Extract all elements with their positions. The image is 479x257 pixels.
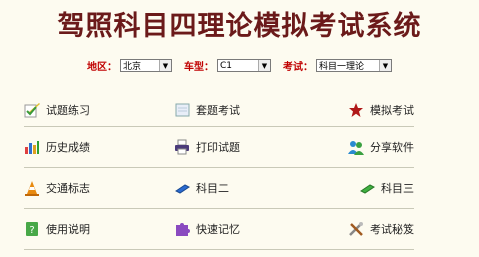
menu-item-subject-three[interactable]: 科目三 (324, 180, 414, 196)
vehicle-select[interactable]: C1 ▼ (217, 59, 271, 72)
chevron-down-icon: ▼ (258, 60, 270, 71)
menu-item-label: 套题考试 (196, 103, 240, 117)
chevron-down-icon: ▼ (159, 60, 171, 71)
exam-filter: 考试： 科目一理论 ▼ (283, 58, 392, 73)
menu-item-subject-two[interactable]: 科目二 (174, 180, 324, 196)
page-title: 驾照科目四理论模拟考试系统 (57, 11, 422, 42)
region-value: 北京 (123, 62, 142, 72)
printer-icon (174, 139, 190, 155)
filter-bar: 地区： 北京 ▼ 车型： C1 ▼ 考试： 科目一理论 ▼ (0, 58, 479, 73)
menu-grid: 试题练习 套题考试 模拟考试 历史成绩 打印试题 分享软件 交通标志 科目二 科… (24, 93, 414, 250)
blank-paper-icon (174, 102, 190, 118)
blue-eraser-icon (174, 180, 190, 196)
menu-item-label: 打印试题 (196, 141, 240, 154)
puzzle-icon (174, 221, 190, 237)
menu-item-label: 试题练习 (46, 103, 90, 117)
menu-item-set-exam[interactable]: 套题考试 (174, 102, 324, 118)
menu-item-exam-tips[interactable]: 考试秘笈 (324, 221, 414, 237)
vehicle-filter: 车型： C1 ▼ (184, 58, 271, 73)
region-label: 地区： (87, 62, 117, 73)
red-star-icon (348, 102, 364, 118)
users-icon (348, 139, 364, 155)
menu-row: 交通标志 科目二 科目三 (24, 168, 414, 209)
traffic-cone-icon (24, 180, 40, 196)
menu-item-print[interactable]: 打印试题 (174, 139, 324, 155)
menu-item-label: 模拟考试 (370, 103, 414, 117)
svg-text:?: ? (29, 225, 34, 236)
menu-item-label: 考试秘笈 (370, 223, 414, 236)
menu-item-label: 交通标志 (46, 182, 90, 195)
pencil-paper-icon (24, 102, 40, 118)
menu-item-label: 快速记忆 (196, 223, 240, 236)
menu-item-label: 分享软件 (370, 141, 414, 154)
menu-item-instructions[interactable]: ? 使用说明 (24, 221, 174, 237)
menu-item-mock-exam[interactable]: 模拟考试 (324, 102, 414, 118)
bar-chart-icon (24, 139, 40, 155)
menu-item-share[interactable]: 分享软件 (324, 139, 414, 155)
exam-select[interactable]: 科目一理论 ▼ (316, 59, 392, 72)
tools-icon (348, 221, 364, 237)
menu-item-label: 科目二 (196, 182, 229, 195)
menu-item-quick-memory[interactable]: 快速记忆 (174, 221, 324, 237)
menu-row: 试题练习 套题考试 模拟考试 (24, 93, 414, 127)
menu-item-label: 使用说明 (46, 223, 90, 236)
help-book-icon: ? (24, 221, 40, 237)
menu-item-practice[interactable]: 试题练习 (24, 102, 174, 118)
region-select[interactable]: 北京 ▼ (120, 59, 172, 72)
menu-item-history[interactable]: 历史成绩 (24, 139, 174, 155)
exam-label: 考试： (283, 62, 313, 73)
green-eraser-icon (359, 180, 375, 196)
exam-value: 科目一理论 (319, 62, 365, 72)
menu-row: ? 使用说明 快速记忆 考试秘笈 (24, 209, 414, 250)
menu-item-traffic-signs[interactable]: 交通标志 (24, 180, 174, 196)
vehicle-label: 车型： (184, 62, 214, 73)
chevron-down-icon: ▼ (379, 60, 391, 71)
region-filter: 地区： 北京 ▼ (87, 58, 172, 73)
vehicle-value: C1 (220, 60, 233, 71)
menu-row: 历史成绩 打印试题 分享软件 (24, 127, 414, 168)
menu-item-label: 科目三 (381, 182, 414, 195)
menu-item-label: 历史成绩 (46, 141, 90, 154)
